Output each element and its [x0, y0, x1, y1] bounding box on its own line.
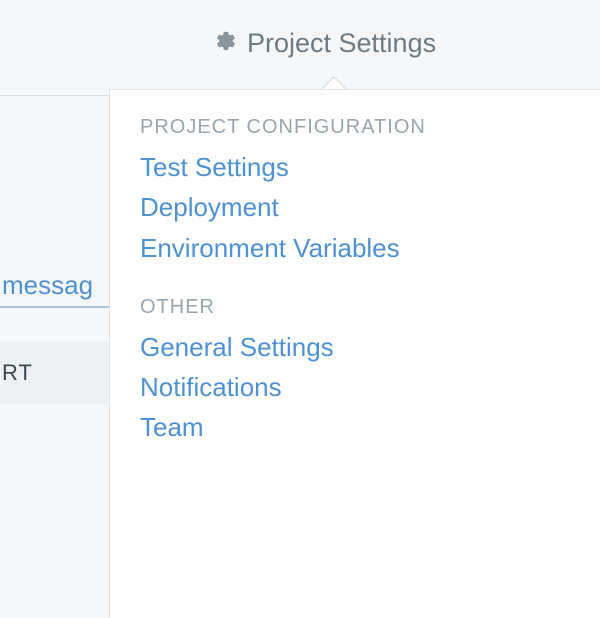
menu-item-env-vars[interactable]: Environment Variables: [140, 228, 570, 268]
menu-item-test-settings[interactable]: Test Settings: [140, 147, 570, 187]
menu-item-deployment[interactable]: Deployment: [140, 187, 570, 227]
project-settings-button[interactable]: Project Settings: [215, 28, 436, 59]
menu-item-team[interactable]: Team: [140, 407, 570, 447]
partial-row-rt[interactable]: RT: [0, 342, 110, 404]
menu-item-notifications[interactable]: Notifications: [140, 367, 570, 407]
gear-icon: [215, 28, 237, 59]
dropdown-arrow: [320, 76, 348, 90]
settings-label: Project Settings: [247, 28, 436, 59]
partial-link-messag[interactable]: messag: [0, 264, 110, 308]
settings-dropdown-panel: PROJECT CONFIGURATION Test Settings Depl…: [109, 89, 600, 618]
section-heading-config: PROJECT CONFIGURATION: [140, 116, 570, 139]
topbar: Project Settings: [0, 0, 600, 96]
menu-item-general-settings[interactable]: General Settings: [140, 327, 570, 367]
section-heading-other: OTHER: [140, 296, 570, 319]
